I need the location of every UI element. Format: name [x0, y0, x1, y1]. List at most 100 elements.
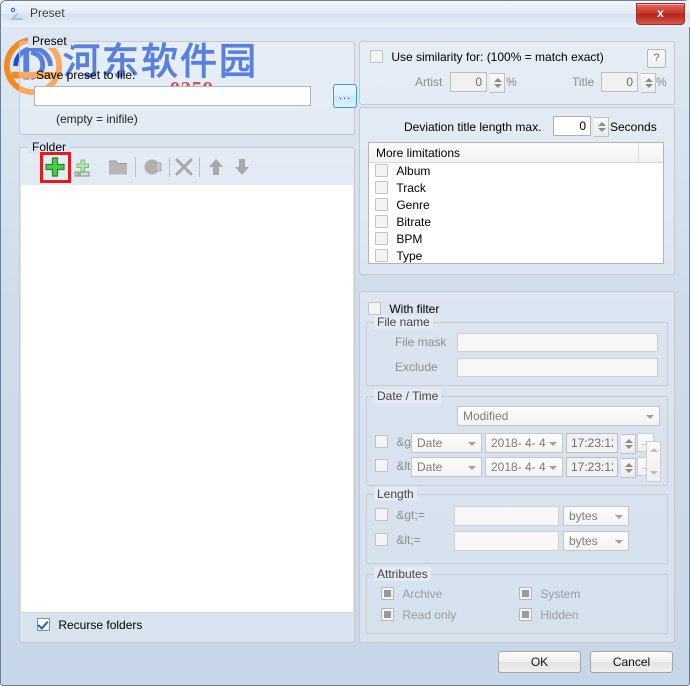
date-le-kind-select[interactable]: Date — [411, 457, 482, 477]
date-time-mode-select[interactable]: Modified — [457, 406, 660, 426]
ok-button[interactable]: OK — [498, 651, 581, 673]
with-filter-checkbox[interactable] — [368, 302, 381, 315]
add-folder-from-disk-button[interactable] — [71, 155, 97, 179]
artist-percent-label: % — [506, 75, 517, 89]
chevron-down-icon — [615, 540, 623, 544]
chevron-down-icon — [646, 415, 654, 419]
drive-button[interactable] — [140, 155, 166, 179]
add-folder-button[interactable] — [42, 155, 68, 179]
file-mask-label: File mask — [395, 335, 447, 349]
recurse-folders-checkbox[interactable] — [37, 618, 50, 631]
list-item[interactable]: Genre — [369, 197, 663, 214]
more-limitations-list[interactable]: More limitations Album Track Genre Bitra… — [368, 142, 664, 264]
title-percent-label: % — [656, 75, 667, 89]
length-le-checkbox[interactable] — [375, 533, 388, 546]
more-limitations-header: More limitations — [369, 143, 663, 163]
title-bar: Preset x — [1, 1, 690, 27]
cancel-button[interactable]: Cancel — [590, 651, 673, 673]
length-ge-operator-label: &gt;= — [396, 508, 425, 522]
limitation-checkbox-type[interactable] — [375, 249, 388, 262]
date-ge-date-select[interactable]: 2018- 4- 4 — [485, 433, 563, 453]
limitation-checkbox-genre[interactable] — [375, 198, 388, 211]
attribute-label-system: System — [540, 587, 581, 601]
date-time-group: Date / Time Modified &gt;= Date 2018- 4-… — [366, 389, 668, 486]
date-time-vertical-spinner[interactable] — [646, 441, 661, 482]
artist-similarity-input[interactable] — [450, 72, 487, 92]
date-ge-kind-select[interactable]: Date — [411, 433, 482, 453]
move-down-button[interactable] — [229, 155, 255, 179]
attribute-checkbox-system[interactable] — [519, 587, 532, 600]
date-ge-time-input[interactable] — [566, 433, 618, 453]
attribute-checkbox-readonly[interactable] — [381, 608, 394, 621]
folder-list[interactable] — [21, 185, 353, 613]
folder-group: Folder Recurse folders — [19, 140, 355, 643]
list-item[interactable]: Track — [369, 180, 663, 197]
deviation-spinner[interactable] — [594, 116, 610, 137]
file-mask-input[interactable] — [457, 333, 658, 352]
attributes-group-label: Attributes — [374, 567, 431, 581]
help-icon[interactable]: ? — [647, 49, 666, 68]
remove-folder-button[interactable] — [171, 155, 197, 179]
edit-folder-button[interactable] — [105, 155, 131, 179]
filter-group: With filter File name File mask Exclude … — [359, 291, 675, 643]
deviation-group: Deviation title length max. Seconds More… — [359, 107, 675, 275]
similarity-group: Use similarity for: (100% = match exact)… — [359, 41, 675, 105]
date-le-checkbox[interactable] — [375, 459, 388, 472]
preset-app-icon — [10, 7, 24, 20]
length-ge-checkbox[interactable] — [375, 508, 388, 521]
attributes-group: Attributes Archive System Read only Hidd… — [366, 567, 668, 634]
preset-path-input[interactable] — [34, 86, 311, 106]
list-item[interactable]: Type — [369, 248, 663, 265]
length-group-label: Length — [374, 487, 417, 501]
limitation-label-type: Type — [396, 249, 423, 263]
toolbar-separator-2 — [169, 157, 170, 177]
chevron-down-icon — [468, 442, 476, 446]
move-up-button[interactable] — [203, 155, 229, 179]
length-ge-input[interactable] — [454, 506, 559, 526]
attribute-checkbox-archive[interactable] — [381, 587, 394, 600]
limitation-label-bpm: BPM — [396, 232, 423, 246]
window-title: Preset — [30, 6, 65, 20]
header-column-divider — [638, 143, 639, 162]
date-ge-checkbox[interactable] — [375, 435, 388, 448]
limitation-label-bitrate: Bitrate — [396, 215, 432, 229]
date-le-kind-value: Date — [417, 460, 443, 474]
date-ge-kind-value: Date — [417, 436, 443, 450]
exclude-label: Exclude — [395, 360, 438, 374]
deviation-value-input[interactable] — [553, 116, 591, 136]
artist-label: Artist — [415, 75, 443, 89]
close-button[interactable]: x — [636, 3, 685, 25]
recurse-folders-label: Recurse folders — [58, 618, 143, 632]
attribute-checkbox-hidden[interactable] — [519, 608, 532, 621]
title-similarity-input[interactable] — [601, 72, 638, 92]
date-le-time-spinner[interactable] — [621, 457, 637, 478]
use-similarity-row: Use similarity for: (100% = match exact) — [370, 50, 604, 64]
list-item[interactable]: Bitrate — [369, 214, 663, 231]
attribute-label-readonly: Read only — [402, 608, 457, 622]
limitation-checkbox-bpm[interactable] — [375, 232, 388, 245]
file-name-group-label: File name — [374, 315, 433, 329]
length-le-input[interactable] — [454, 531, 559, 551]
artist-similarity-spinner[interactable] — [490, 72, 506, 93]
date-time-mode-value: Modified — [463, 409, 509, 423]
limitation-checkbox-album[interactable] — [375, 164, 388, 177]
toolbar-separator-3 — [199, 157, 200, 177]
title-similarity-spinner[interactable] — [641, 72, 657, 93]
title-label: Title — [572, 75, 595, 89]
folder-toolbar — [21, 149, 353, 186]
date-le-date-select[interactable]: 2018- 4- 4 — [485, 457, 563, 477]
limitation-checkbox-bitrate[interactable] — [375, 215, 388, 228]
exclude-input[interactable] — [457, 358, 658, 377]
save-preset-label: Save preset to file: — [36, 68, 136, 82]
date-le-date-value: 2018- 4- 4 — [491, 460, 546, 474]
limitation-checkbox-track[interactable] — [375, 181, 388, 194]
date-ge-time-spinner[interactable] — [621, 433, 637, 454]
use-similarity-checkbox[interactable] — [370, 50, 383, 63]
preset-hint-label: (empty = inifile) — [56, 112, 138, 126]
date-le-time-input[interactable] — [566, 457, 618, 477]
list-item[interactable]: Album — [369, 163, 663, 180]
list-item[interactable]: BPM — [369, 231, 663, 248]
length-le-unit-select[interactable]: bytes — [563, 531, 629, 551]
length-ge-unit-select[interactable]: bytes — [563, 506, 629, 526]
preset-browse-button[interactable]: ... — [333, 84, 357, 108]
